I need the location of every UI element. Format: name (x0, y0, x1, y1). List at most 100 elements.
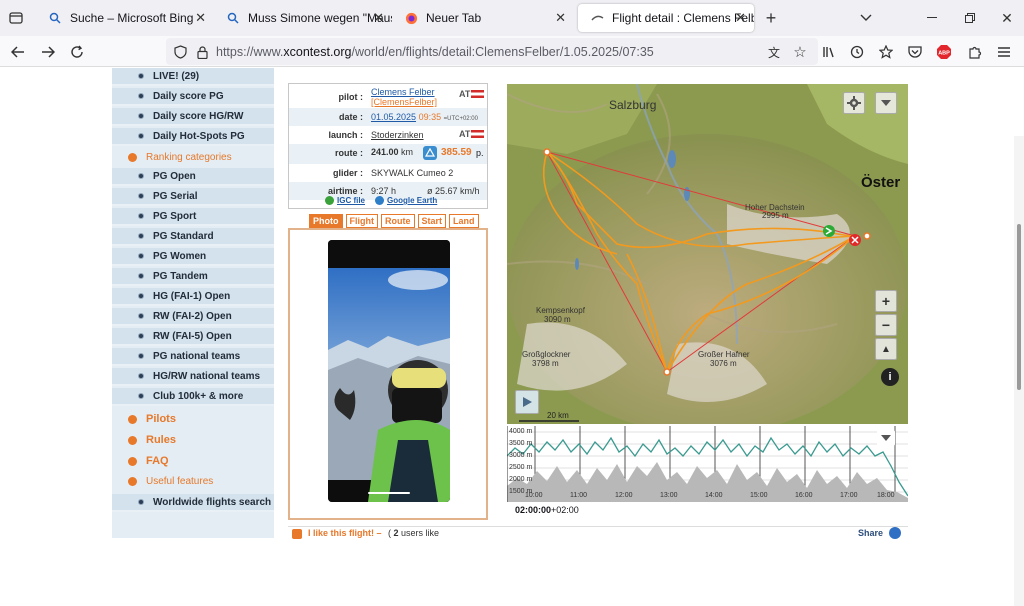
sidebar-item-daily-score-hg-rw[interactable]: Daily score HG/RW (112, 108, 274, 126)
tab-overview-icon[interactable] (6, 8, 26, 28)
bullet-icon (138, 293, 144, 299)
close-tab-icon[interactable]: ✕ (195, 10, 206, 26)
igc-file-link[interactable]: IGC file (325, 196, 365, 205)
back-icon[interactable] (8, 42, 28, 62)
sidebar-item-pg-standard[interactable]: PG Standard (112, 228, 274, 246)
pocket-icon[interactable] (905, 42, 925, 62)
tab-photo[interactable]: Photo (309, 214, 343, 228)
sidebar-item-daily-score-pg[interactable]: Daily score PG (112, 88, 274, 106)
sidebar-item-worldwide-flights-search[interactable]: Worldwide flights search (112, 494, 274, 512)
time-tick: 12:00 (615, 492, 633, 499)
sidebar-item-label: PG Tandem (153, 270, 208, 282)
close-tab-icon[interactable]: ✕ (555, 10, 566, 26)
tab-muss-simone[interactable]: Muss Simone wegen "Mausi" di ✕ (214, 4, 392, 32)
tab-start[interactable]: Start (417, 214, 447, 228)
page-scrollbar[interactable] (1014, 136, 1024, 606)
downloads-row: IGC file Google Earth (325, 196, 437, 205)
close-window-icon[interactable]: ✕ (997, 8, 1017, 28)
tab-bing[interactable]: Suche – Microsoft Bing ✕ (36, 4, 214, 32)
tab-land[interactable]: Land (449, 214, 479, 228)
flight-map[interactable]: Salzburg Öster Hoher Dachstein 2995 m Ke… (507, 84, 908, 424)
sidebar-item-label: Daily score PG (153, 90, 224, 102)
new-tab-icon[interactable]: + (761, 8, 781, 28)
zoom-out-button[interactable]: − (875, 314, 897, 336)
map-settings-gear-icon[interactable] (843, 92, 865, 114)
sidebar-item-hg-rw-national-teams[interactable]: HG/RW national teams (112, 368, 274, 386)
sidebar-item-pg-serial[interactable]: PG Serial (112, 188, 274, 206)
bullet-icon (138, 113, 144, 119)
sidebar-item-rw-fai-5-open[interactable]: RW (FAI-5) Open (112, 328, 274, 346)
tab-flight-detail[interactable]: Flight detail : Clemens Felber - X ✕ (578, 4, 754, 32)
sidebar-item-hg-fai-1-open[interactable]: HG (FAI-1) Open (112, 288, 274, 306)
start-marker-icon (823, 225, 835, 237)
route-type-icon (423, 146, 437, 160)
date-link[interactable]: 01.05.2025 (371, 112, 416, 122)
sidebar-item-rw-fai-2-open[interactable]: RW (FAI-2) Open (112, 308, 274, 326)
map-collapse-chevron-icon[interactable] (875, 92, 897, 114)
share-button[interactable]: Share (858, 528, 883, 538)
reload-icon[interactable] (67, 42, 87, 62)
launch-link[interactable]: Stoderzinken (371, 130, 424, 140)
glider-label: glider : (332, 168, 363, 178)
pilot-user-link[interactable]: [ClemensFelber] (371, 97, 437, 107)
altitude-profile[interactable]: 4000 m 3500 m 3000 m 2500 m 2000 m 1500 … (506, 426, 909, 502)
shield-icon[interactable] (170, 42, 190, 62)
flight-photo[interactable] (328, 240, 450, 502)
close-tab-icon[interactable]: ✕ (735, 10, 746, 26)
sidebar-item-rules[interactable]: Rules (112, 431, 274, 449)
sidebar-item-pg-sport[interactable]: PG Sport (112, 208, 274, 226)
alt-tick: 3000 m (509, 452, 533, 459)
extensions-icon[interactable] (965, 42, 985, 62)
time-tick: 13:00 (660, 492, 678, 499)
utc-value: =UTC+02:00 (443, 116, 478, 122)
map-label-glockner: Großglockner (522, 350, 571, 359)
adblock-icon[interactable]: ABP (934, 42, 954, 62)
sidebar-item-live-29[interactable]: LIVE! (29) (112, 68, 274, 86)
landing-marker-icon (849, 234, 861, 246)
current-time: 02:00:00+02:00 (515, 505, 579, 515)
translate-icon[interactable]: 文 (764, 42, 784, 62)
menu-icon[interactable] (994, 42, 1014, 62)
minimize-icon[interactable] (922, 8, 942, 28)
sidebar-item-pg-women[interactable]: PG Women (112, 248, 274, 266)
sidebar-item-club-100k-more[interactable]: Club 100k+ & more (112, 388, 274, 406)
sidebar-item-pg-open[interactable]: PG Open (112, 168, 274, 186)
sidebar-item-daily-hot-spots-pg[interactable]: Daily Hot-Spots PG (112, 128, 274, 146)
play-replay-button[interactable] (515, 390, 539, 414)
restore-icon[interactable] (960, 8, 980, 28)
share-icon[interactable] (889, 527, 901, 539)
like-button[interactable]: I like this flight! – (308, 528, 382, 538)
library-icon[interactable] (820, 42, 840, 62)
bookmark-star-icon[interactable]: ☆ (790, 42, 810, 62)
bullet-icon (138, 93, 144, 99)
bookmarks-icon[interactable] (876, 42, 896, 62)
history-icon[interactable] (847, 42, 867, 62)
list-tabs-icon[interactable] (856, 8, 876, 28)
map-tilt-icon[interactable]: ▲ (875, 338, 897, 360)
lock-icon[interactable] (192, 42, 212, 62)
tab-new-tab[interactable]: Neuer Tab ✕ (392, 4, 574, 32)
alt-tick: 2500 m (509, 464, 533, 471)
sidebar-item-useful-features[interactable]: Useful features (112, 472, 274, 490)
bullet-icon (138, 173, 144, 179)
url-bar[interactable]: https://www.xcontest.org/world/en/flight… (166, 38, 818, 65)
tab-flight[interactable]: Flight (345, 214, 378, 228)
map-label-dachstein-alt: 2995 m (762, 211, 789, 220)
close-tab-icon[interactable]: ✕ (373, 10, 384, 26)
pilot-name-link[interactable]: Clemens Felber (371, 87, 435, 97)
tab-route[interactable]: Route (381, 214, 415, 228)
sidebar-item-pg-national-teams[interactable]: PG national teams (112, 348, 274, 366)
flight-info-box: pilot : Clemens Felber [ClemensFelber] AT… (288, 83, 488, 209)
sidebar-item-pg-tandem[interactable]: PG Tandem (112, 268, 274, 286)
profile-collapse-chevron-icon[interactable] (877, 430, 895, 446)
sidebar-item-pilots[interactable]: Pilots (112, 410, 274, 428)
google-earth-link[interactable]: Google Earth (375, 196, 437, 205)
zoom-in-button[interactable]: + (875, 290, 897, 312)
forward-icon[interactable] (38, 42, 58, 62)
map-info-icon[interactable]: i (881, 368, 899, 386)
sidebar-item-ranking-categories[interactable]: Ranking categories (112, 148, 274, 166)
scrollbar-thumb[interactable] (1017, 224, 1021, 390)
sidebar-item-faq[interactable]: FAQ (112, 452, 274, 470)
launch-row: launch : Stoderzinken AT (289, 126, 487, 144)
time-axis: 10:00 11:00 12:00 13:00 14:00 15:00 16:0… (507, 492, 908, 502)
